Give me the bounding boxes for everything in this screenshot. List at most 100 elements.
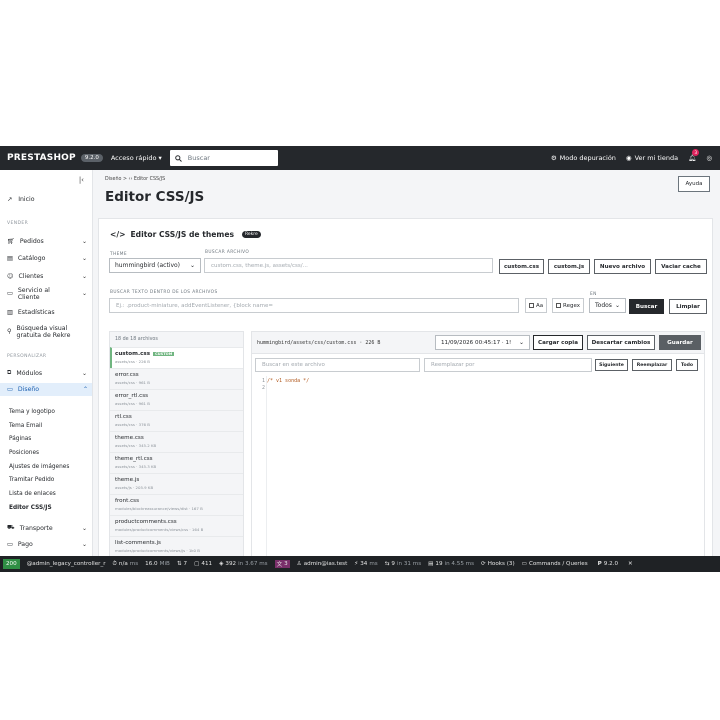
security-panel[interactable]: ♙ admin@ias.test: [297, 561, 348, 567]
search-icon: [174, 154, 182, 162]
sidebar-item-label: Búsqueda visual gratuita de Rekre: [16, 325, 71, 339]
sidebar-item-orders[interactable]: 🛒︎ Pedidos ⌄: [7, 237, 87, 246]
next-match-button[interactable]: Siguiente: [595, 359, 628, 371]
sidebar-item-home[interactable]: ↗ Inicio: [7, 196, 35, 203]
prestashop-icon: P: [597, 561, 602, 567]
breadcrumb[interactable]: Diseño > ‹› Editor CSS/JS: [105, 177, 165, 182]
replace-button[interactable]: Reemplazar: [632, 359, 672, 371]
cache-panel[interactable]: ◈ 392 in 3.67 ms: [219, 561, 267, 567]
twig-panel[interactable]: ▢ 411: [194, 561, 212, 567]
clear-cache-button[interactable]: Vaciar cache: [655, 259, 707, 274]
quick-access-menu[interactable]: Acceso rápido ▾: [111, 154, 162, 162]
commands-panel[interactable]: ▭ Commands / Queries: [522, 561, 588, 567]
sidebar-subitem-css-js-editor[interactable]: Editor CSS/JS: [9, 505, 52, 511]
twig-icon: ▢: [194, 561, 200, 567]
sidebar-subitem-email-theme[interactable]: Tema Email: [9, 423, 42, 429]
db-panel[interactable]: ▤ 19 in 4.55 ms: [428, 561, 474, 567]
file-list-item[interactable]: list-comments.js modules/productcomments/…: [110, 536, 243, 557]
sidebar-item-label: Pago: [17, 541, 33, 548]
regex-checkbox[interactable]: Regex: [552, 298, 584, 313]
search-text-label: BUSCAR TEXTO DENTRO DE LOS ARCHIVOS: [110, 290, 218, 295]
custom-js-button[interactable]: custom.js: [548, 259, 590, 274]
requests-panel[interactable]: ⇆ 9 in 31 ms: [385, 561, 421, 567]
sidebar-section-sell: VENDER: [7, 221, 29, 226]
search-input[interactable]: Buscar: [169, 150, 278, 166]
backup-select[interactable]: 11/09/2026 00:45:17 · 1! ⌄: [435, 335, 530, 350]
file-list-item[interactable]: rtl.css assets/css · 376 B: [110, 410, 243, 431]
translation-panel[interactable]: 文3: [274, 560, 290, 568]
discard-changes-button[interactable]: Descartar cambios: [587, 335, 655, 350]
load-copy-button[interactable]: Cargar copia: [533, 335, 583, 350]
status-badge[interactable]: 200: [3, 559, 20, 569]
case-sensitive-checkbox[interactable]: Aa: [525, 298, 548, 313]
close-toolbar-icon[interactable]: ✕: [628, 561, 633, 567]
replace-input[interactable]: Reemplazar por: [424, 358, 592, 372]
time-unit: ms: [129, 561, 139, 567]
theme-select[interactable]: hummingbird (activo) ⌄: [109, 258, 201, 273]
route-label[interactable]: @admin_legacy_controller_r: [27, 561, 106, 567]
hooks-panel[interactable]: ⟳ Hooks (3): [481, 561, 515, 567]
card-title: </> Editor CSS/JS de themes Rekre: [110, 230, 261, 239]
search-scope-select[interactable]: Todos ⌄: [589, 298, 626, 313]
events-panel[interactable]: ⚡ 34 ms: [354, 561, 377, 567]
case-sensitive-label: Aa: [536, 302, 544, 309]
search-file-input[interactable]: custom.css, theme.js, assets/css/...: [204, 258, 493, 273]
sidebar-item-customer-service[interactable]: ▭ Servicio al Cliente ⌄: [7, 287, 87, 301]
file-list-item[interactable]: theme.js assets/js · 205.9 KB: [110, 473, 243, 494]
sidebar-item-design[interactable]: ▭ Diseño ⌃: [0, 383, 92, 396]
collapse-sidebar-icon[interactable]: |‹: [79, 176, 84, 184]
file-count: 18 de 18 archivos: [110, 332, 243, 347]
debug-mode-link[interactable]: ⚙ Modo depuración: [551, 154, 616, 162]
new-file-button[interactable]: Nuevo archivo: [594, 259, 651, 274]
file-list-item[interactable]: error_rtl.css assets/css · 961 B: [110, 389, 243, 410]
sidebar-item-customers[interactable]: ☺ Clientes ⌄: [7, 273, 87, 280]
help-button[interactable]: Ayuda: [678, 176, 710, 192]
file-name: custom.css: [115, 351, 151, 357]
search-button[interactable]: Buscar: [629, 299, 664, 314]
puzzle-icon: ⧉: [7, 369, 12, 376]
forms-icon: ⇅: [176, 561, 182, 567]
ps-version-panel[interactable]: P 9.2.0: [598, 561, 618, 567]
search-file-label: BUSCAR ARCHIVO: [205, 250, 250, 255]
sidebar-item-label: Módulos: [16, 369, 43, 377]
sidebar-subitem-positions[interactable]: Posiciones: [9, 450, 39, 456]
prestashop-logo[interactable]: PRESTASHOP: [7, 153, 76, 163]
notifications-button[interactable]: 🔔︎ 3: [688, 149, 700, 162]
file-list-item[interactable]: productcomments.css modules/productcommen…: [110, 515, 243, 536]
sidebar-subitem-pages[interactable]: Páginas: [9, 436, 31, 442]
file-list-item[interactable]: error.css assets/css · 961 B: [110, 368, 243, 389]
sidebar-item-payment[interactable]: ▭ Pago ⌄: [7, 541, 87, 548]
sidebar-item-catalog[interactable]: ▤ Catálogo ⌄: [7, 255, 87, 262]
time-panel[interactable]: ⏱ n/a ms: [113, 561, 139, 568]
sidebar-subitem-checkout[interactable]: Tramitar Pedido: [9, 477, 54, 483]
clean-button[interactable]: Limpiar: [669, 299, 707, 314]
file-list-item[interactable]: theme.css assets/css · 345.2 KB: [110, 431, 243, 452]
file-list-item[interactable]: front.css modules/blockreassurance/views/…: [110, 494, 243, 515]
search-text-input[interactable]: Ej.: .product-miniature, addEventListene…: [109, 298, 519, 313]
memory-unit: MiB: [159, 561, 170, 567]
save-button[interactable]: Guardar: [659, 335, 701, 350]
memory-panel[interactable]: 16.0 MiB: [145, 561, 170, 567]
sidebar-item-modules[interactable]: ⧉ Módulos ⌄: [7, 369, 87, 377]
find-in-file-input[interactable]: Buscar en este archivo: [255, 358, 420, 372]
theme-label: THEME: [110, 252, 127, 257]
code-area[interactable]: /* v1 sonda */: [267, 378, 309, 385]
replace-all-button[interactable]: Todo: [676, 359, 698, 371]
sidebar-item-stats[interactable]: ▥ Estadísticas: [7, 309, 87, 316]
file-list-item[interactable]: theme_rtl.css assets/css · 345.3 KB: [110, 452, 243, 473]
memory-value: 16.0: [145, 561, 158, 567]
sidebar-item-visual-search[interactable]: ⚲ Búsqueda visual gratuita de Rekre: [7, 325, 87, 339]
account-button[interactable]: ◎: [706, 154, 712, 162]
sidebar-subitem-image-settings[interactable]: Ajustes de imágenes: [9, 464, 69, 470]
rekre-badge: Rekre: [241, 231, 261, 238]
sidebar-subitem-theme-logo[interactable]: Tema y logotipo: [9, 409, 55, 415]
sidebar-subitem-link-list[interactable]: Lista de enlaces: [9, 491, 56, 497]
forms-panel[interactable]: ⇅ 7: [177, 561, 187, 567]
db-value: 19: [435, 561, 443, 567]
sidebar-item-transport[interactable]: ⛟ Transporte ⌄: [7, 524, 87, 532]
events-unit: ms: [369, 561, 378, 567]
sidebar-item-label: Diseño: [17, 386, 40, 393]
view-store-link[interactable]: ◉ Ver mi tienda: [626, 154, 678, 162]
file-list-item[interactable]: custom.css CUSTOM assets/css · 226 B: [110, 347, 243, 368]
custom-css-button[interactable]: custom.css: [499, 259, 544, 274]
